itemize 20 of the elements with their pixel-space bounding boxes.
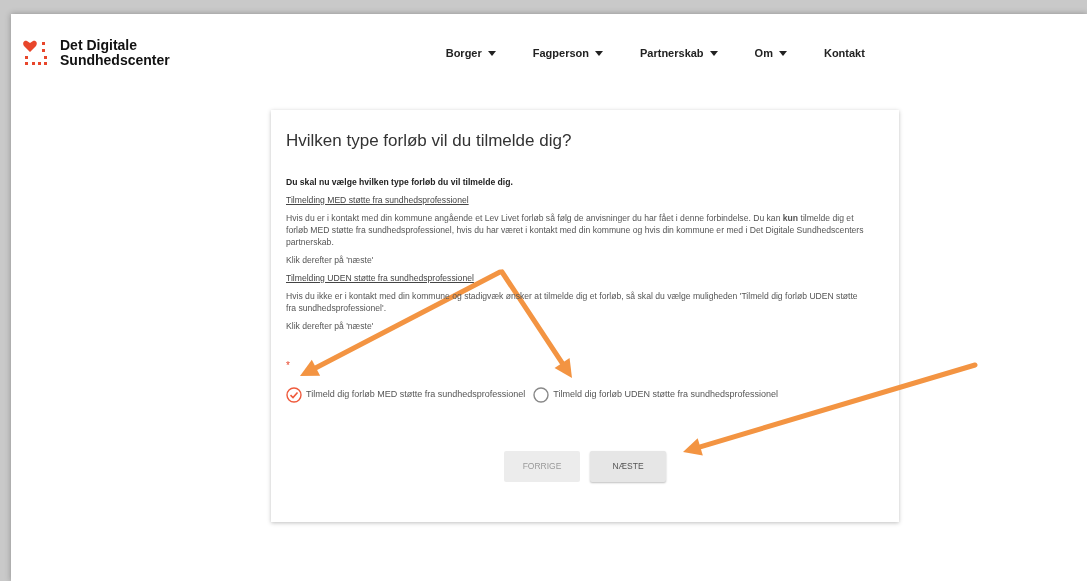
card-title: Hvilken type forløb vil du tilmelde dig?	[286, 130, 573, 152]
radio-icon[interactable]	[533, 386, 550, 403]
nav-link[interactable]: Fagperson	[532, 44, 603, 62]
nav-link[interactable]: Om	[754, 44, 787, 62]
paragraph: Hvis du er i kontakt med din kommune angående et Lev Livet forløb så følg de anvisninger du har fået i denne forbindelse. Du kan kun tilmelde dig et forløb MED støtte fra sundhedsprofessionel, hvis du har været i kontakt med din kommune og hvis din kommune er med i Det Digitale Sundhedscenters partnerskab.	[286, 211, 864, 248]
paragraph: Klik derefter på 'næste'	[286, 253, 375, 266]
paragraph: Klik derefter på 'næste'	[286, 319, 375, 332]
logo-text: Det Digitale	[60, 38, 138, 53]
next-button[interactable]: NÆSTE	[590, 450, 666, 482]
required-mark: *	[286, 358, 291, 373]
nav-link[interactable]: Borger	[445, 44, 496, 62]
section-heading: Tilmelding MED støtte fra sundhedsprofessionel	[286, 193, 470, 206]
nav-link[interactable]: Partnerskab	[640, 44, 718, 62]
section-heading: Tilmelding UDEN støtte fra sundhedsprofessionel	[286, 271, 475, 284]
checked-radio-icon[interactable]	[286, 386, 302, 403]
radio-option[interactable]: Tilmeld dig forløb UDEN støtte fra sundhedsprofessionel	[533, 386, 779, 403]
nav-link[interactable]: Kontakt	[823, 44, 865, 62]
logo-text: Sundhedscenter	[60, 53, 170, 68]
paragraph: Du skal nu vælge hvilken type forløb du vil tilmelde dig.	[286, 175, 514, 188]
radio-option[interactable]: Tilmeld dig forløb MED støtte fra sundhedsprofessionel	[286, 386, 526, 403]
